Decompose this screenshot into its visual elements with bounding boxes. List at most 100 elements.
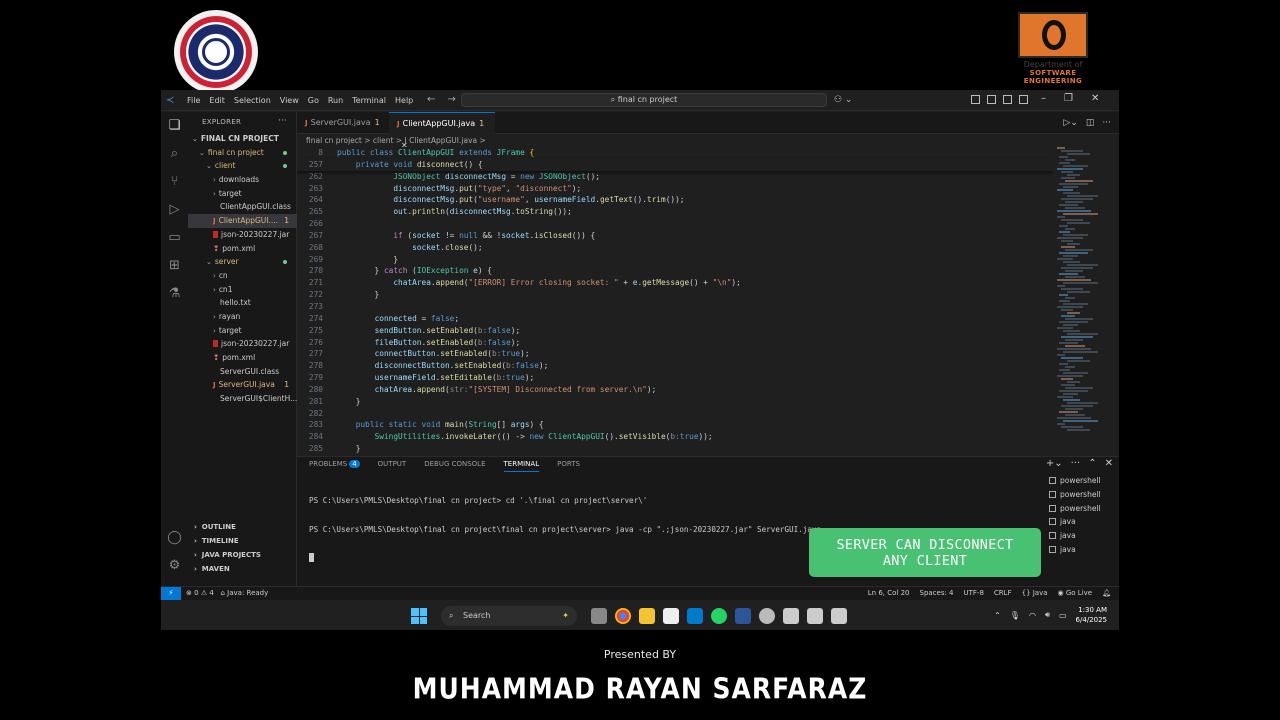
warning-count[interactable]: 4: [209, 589, 213, 597]
clock[interactable]: 1:30 AM 6/4/2025: [1076, 605, 1107, 625]
indentation[interactable]: Spaces: 4: [920, 589, 954, 597]
taskbar-search[interactable]: ⌕ Search ✦: [441, 606, 577, 626]
file-explorer-icon[interactable]: [639, 608, 655, 624]
terminal-instance[interactable]: java: [1049, 529, 1119, 543]
terminal-instance[interactable]: powershell: [1049, 474, 1119, 488]
tree-item[interactable]: › cn1: [188, 283, 297, 297]
go-live-button[interactable]: ◉ Go Live: [1058, 589, 1093, 597]
tree-item[interactable]: ⌄ final cn project: [188, 146, 297, 160]
tree-item[interactable]: ❢ pom.xml: [188, 242, 297, 256]
line-ending[interactable]: CRLF: [994, 589, 1012, 597]
tree-item[interactable]: ⌄ client: [188, 159, 297, 173]
remote-indicator-icon[interactable]: ⚡: [161, 587, 181, 601]
terminal-instance[interactable]: java: [1049, 543, 1119, 557]
vscode-taskbar-icon[interactable]: [687, 608, 703, 624]
search-icon[interactable]: ⌕: [167, 146, 182, 161]
menu-file[interactable]: File: [187, 96, 200, 105]
tree-item[interactable]: hello.txt: [188, 296, 297, 310]
back-arrow-icon[interactable]: ←: [427, 94, 435, 105]
whatsapp-icon[interactable]: [711, 608, 727, 624]
settings-gear-icon[interactable]: ⚙: [167, 558, 182, 573]
app-icon[interactable]: [783, 608, 799, 624]
errors-icon[interactable]: ⊗: [186, 589, 192, 597]
more-actions-icon[interactable]: ···: [278, 116, 287, 126]
store-icon[interactable]: [663, 608, 679, 624]
source-control-icon[interactable]: ⑂: [167, 174, 182, 189]
menu-help[interactable]: Help: [395, 96, 413, 105]
minimize-icon[interactable]: –: [1041, 93, 1046, 104]
microphone-icon[interactable]: 🎙︎: [1010, 611, 1020, 620]
remote-explorer-icon[interactable]: ▭: [167, 230, 182, 245]
menu-run[interactable]: Run: [328, 96, 343, 105]
cursor-position[interactable]: Ln 6, Col 20: [868, 589, 910, 597]
chrome-icon[interactable]: [615, 608, 631, 624]
testing-icon[interactable]: ⚗: [167, 286, 182, 301]
menu-edit[interactable]: Edit: [209, 96, 225, 105]
tree-item[interactable]: ServerGUI.class: [188, 365, 297, 379]
tab-terminal[interactable]: TERMINAL: [503, 460, 540, 472]
section-timeline[interactable]: › TIMELINE: [188, 535, 297, 549]
new-terminal-icon[interactable]: +⌄: [1046, 458, 1063, 469]
tree-item[interactable]: ⌄ server: [188, 255, 297, 269]
warnings-icon[interactable]: ⚠: [201, 589, 207, 597]
code-editor[interactable]: 8 public class ClientAppGUI extends JFram…: [297, 147, 1053, 453]
tree-item[interactable]: J ClientAppGUI.... 1: [188, 214, 297, 228]
split-editor-icon[interactable]: ◫: [1086, 118, 1095, 128]
tab-debug-console[interactable]: DEBUG CONSOLE: [424, 460, 485, 472]
extensions-icon[interactable]: ⊞: [167, 258, 182, 273]
section-maven[interactable]: › MAVEN: [188, 563, 297, 577]
encoding[interactable]: UTF-8: [964, 589, 984, 597]
tree-item[interactable]: ServerGUI$ClientH...: [188, 392, 297, 406]
notifications-bell-icon[interactable]: 🔔︎: [1102, 589, 1111, 597]
tab-output[interactable]: OUTPUT: [378, 460, 407, 472]
toggle-secondary-sidebar-icon[interactable]: [1019, 95, 1028, 104]
maximize-panel-icon[interactable]: ⌃: [1088, 458, 1096, 469]
more-icon[interactable]: ···: [1102, 118, 1111, 128]
run-icon[interactable]: ▷⌄: [1063, 118, 1077, 128]
task-view-icon[interactable]: [591, 608, 607, 624]
app-icon[interactable]: [807, 608, 823, 624]
breadcrumb[interactable]: final cn project > client > J ClientAppG…: [306, 136, 486, 145]
terminal-instance[interactable]: powershell: [1049, 488, 1119, 502]
menu-selection[interactable]: Selection: [234, 96, 271, 105]
tab-ports[interactable]: PORTS: [557, 460, 580, 472]
vscode-icon[interactable]: ≺: [166, 95, 177, 106]
close-panel-icon[interactable]: ✕: [1105, 458, 1113, 469]
project-root[interactable]: ⌄ FINAL CN PROJECT: [188, 132, 297, 146]
wifi-icon[interactable]: ◠: [1029, 611, 1036, 620]
app-icon[interactable]: [831, 608, 847, 624]
tree-item[interactable]: › rayan: [188, 310, 297, 324]
close-icon[interactable]: ✕: [1091, 93, 1099, 104]
forward-arrow-icon[interactable]: →: [447, 94, 455, 105]
terminal-output[interactable]: PS C:\Users\PMLS\Desktop\final cn projec…: [309, 477, 821, 582]
section-outline[interactable]: › OUTLINE: [188, 521, 297, 535]
tree-item[interactable]: ClientAppGUI.class: [188, 200, 297, 214]
run-debug-icon[interactable]: ▷: [167, 202, 182, 217]
battery-icon[interactable]: ▭: [1059, 611, 1067, 620]
windows-start-icon[interactable]: [411, 608, 427, 624]
toggle-panel-icon[interactable]: [1003, 95, 1012, 104]
tray-chevron-icon[interactable]: ⌃: [994, 611, 1001, 620]
tree-item[interactable]: ❢ pom.xml: [188, 351, 297, 365]
command-center-search[interactable]: ⌕ final cn project: [461, 93, 827, 107]
tree-item[interactable]: J ServerGUI.java 1: [188, 378, 297, 392]
account-icon[interactable]: ◯: [167, 530, 182, 545]
tab-servergui[interactable]: J ServerGUI.java 1: [297, 112, 387, 134]
tab-clientappgui[interactable]: J ClientAppGUI.java 1 ✕: [389, 112, 495, 150]
section-java-projects[interactable]: › JAVA PROJECTS: [188, 549, 297, 563]
java-status[interactable]: Java: Ready: [227, 589, 268, 597]
layout-customize-icon[interactable]: [971, 95, 980, 104]
more-icon[interactable]: ···: [1071, 458, 1081, 469]
maximize-icon[interactable]: ❐: [1064, 93, 1073, 104]
toggle-sidebar-icon[interactable]: [987, 95, 996, 104]
tree-item[interactable]: › target: [188, 187, 297, 201]
language-mode[interactable]: {} Java: [1022, 589, 1048, 597]
copilot-icon[interactable]: ⚇ ⌄: [834, 95, 852, 105]
terminal-instance[interactable]: java: [1049, 515, 1119, 529]
menu-view[interactable]: View: [280, 96, 299, 105]
tree-item[interactable]: json-20230227.jar: [188, 228, 297, 242]
menu-terminal[interactable]: Terminal: [352, 96, 386, 105]
tree-item[interactable]: › downloads: [188, 173, 297, 187]
explorer-icon[interactable]: ❏: [167, 118, 182, 133]
app-icon[interactable]: [759, 608, 775, 624]
